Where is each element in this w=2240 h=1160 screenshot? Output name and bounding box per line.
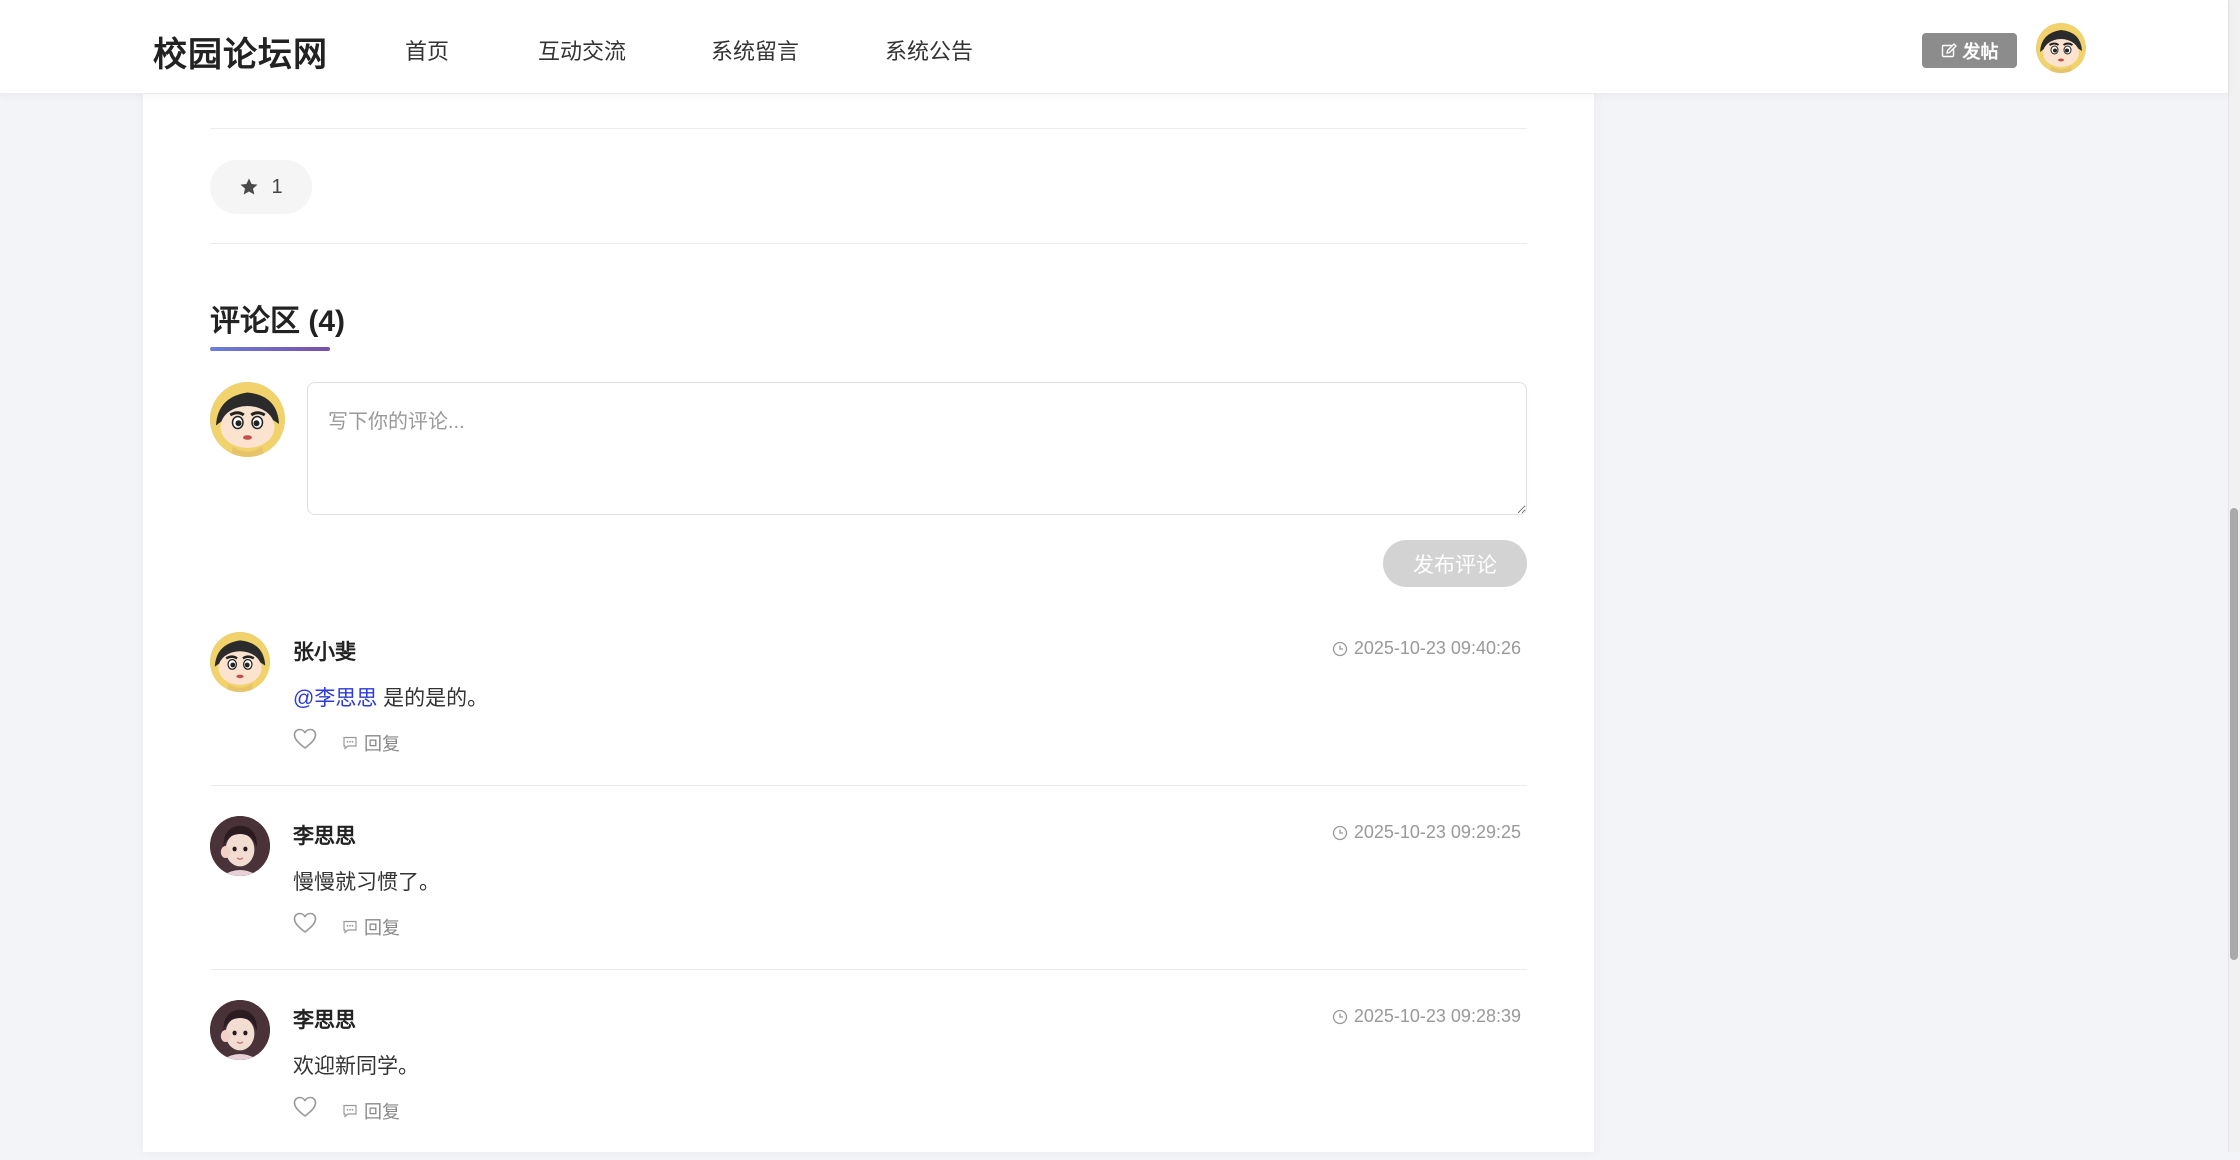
comment-text: 是的是的。 xyxy=(383,687,489,710)
comment-item: 李思思 2025-10-23 09:29:25 慢慢就习惯了。 回复 xyxy=(210,816,1527,976)
comment-text: 慢慢就习惯了。 xyxy=(293,871,440,894)
comment-timestamp: 2025-10-23 09:29:25 xyxy=(1332,822,1521,843)
girl-photo-avatar-icon xyxy=(210,1000,270,1060)
comment-avatar[interactable] xyxy=(210,1000,270,1060)
nav-link-home[interactable]: 首页 xyxy=(405,34,449,66)
comment-content: @李思思 是的是的。 xyxy=(293,682,488,712)
comment-item: 李思思 2025-10-23 09:28:39 欢迎新同学。 回复 xyxy=(210,1000,1527,1160)
divider xyxy=(210,243,1527,244)
top-navigation-bar: 校园论坛网 首页 互动交流 系统留言 系统公告 发帖 xyxy=(0,0,2228,94)
chat-bubble-icon xyxy=(343,920,357,934)
cartoon-boy-avatar-icon xyxy=(2036,23,2086,73)
comment-author[interactable]: 张小斐 xyxy=(293,636,356,666)
clock-icon xyxy=(1332,825,1347,840)
favorite-count: 1 xyxy=(271,175,283,198)
reply-label: 回复 xyxy=(364,1102,400,1122)
page-scrollbar-thumb[interactable] xyxy=(2230,508,2238,960)
mention-link[interactable]: @李思思 xyxy=(293,687,377,710)
comment-text: 欢迎新同学。 xyxy=(293,1055,419,1078)
clock-icon xyxy=(1332,1009,1347,1024)
comment-time-text: 2025-10-23 09:40:26 xyxy=(1353,638,1521,658)
reply-button[interactable]: 回复 xyxy=(342,730,400,756)
post-detail-card: 1 评论区 (4) 发布评论 张小斐 2025-10-23 09:40:26 @… xyxy=(143,0,1594,1152)
chat-bubble-icon xyxy=(343,1104,357,1118)
comment-item: 张小斐 2025-10-23 09:40:26 @李思思 是的是的。 回复 xyxy=(210,632,1527,792)
reply-button[interactable]: 回复 xyxy=(342,914,400,940)
new-post-label: 发帖 xyxy=(1962,41,1999,62)
submit-comment-button[interactable]: 发布评论 xyxy=(1383,540,1527,587)
favorite-button[interactable]: 1 xyxy=(210,160,312,214)
clock-icon xyxy=(1332,641,1347,656)
girl-photo-avatar-icon xyxy=(210,816,270,876)
divider xyxy=(210,128,1527,129)
reply-button[interactable]: 回复 xyxy=(342,1098,400,1124)
heart-icon[interactable] xyxy=(293,1096,317,1118)
comment-timestamp: 2025-10-23 09:40:26 xyxy=(1332,638,1521,659)
comment-avatar[interactable] xyxy=(210,632,270,692)
divider xyxy=(210,785,1527,786)
comment-time-text: 2025-10-23 09:29:25 xyxy=(1353,822,1521,842)
nav-link-announcements[interactable]: 系统公告 xyxy=(885,34,973,66)
comment-time-text: 2025-10-23 09:28:39 xyxy=(1353,1006,1521,1026)
comment-avatar[interactable] xyxy=(210,816,270,876)
edit-icon xyxy=(1941,42,1957,57)
comment-author[interactable]: 李思思 xyxy=(293,820,356,850)
site-brand[interactable]: 校园论坛网 xyxy=(153,27,328,76)
chat-bubble-icon xyxy=(343,736,357,750)
cartoon-boy-avatar-icon xyxy=(210,632,270,692)
star-icon xyxy=(240,178,258,195)
title-underline xyxy=(210,347,330,351)
cartoon-boy-avatar-icon xyxy=(210,382,285,457)
comment-input[interactable] xyxy=(307,382,1527,515)
comment-timestamp: 2025-10-23 09:28:39 xyxy=(1332,1006,1521,1027)
divider xyxy=(210,969,1527,970)
nav-link-messages[interactable]: 系统留言 xyxy=(711,34,799,66)
comments-section-title: 评论区 (4) xyxy=(210,305,345,338)
heart-icon[interactable] xyxy=(293,912,317,934)
nav-link-interaction[interactable]: 互动交流 xyxy=(538,34,626,66)
new-post-button[interactable]: 发帖 xyxy=(1922,33,2017,68)
reply-label: 回复 xyxy=(364,734,400,754)
heart-icon[interactable] xyxy=(293,728,317,750)
reply-label: 回复 xyxy=(364,918,400,938)
comment-content: 欢迎新同学。 xyxy=(293,1050,419,1080)
comment-content: 慢慢就习惯了。 xyxy=(293,866,440,896)
compose-avatar xyxy=(210,382,285,457)
user-avatar[interactable] xyxy=(2036,23,2086,73)
comment-author[interactable]: 李思思 xyxy=(293,1004,356,1034)
